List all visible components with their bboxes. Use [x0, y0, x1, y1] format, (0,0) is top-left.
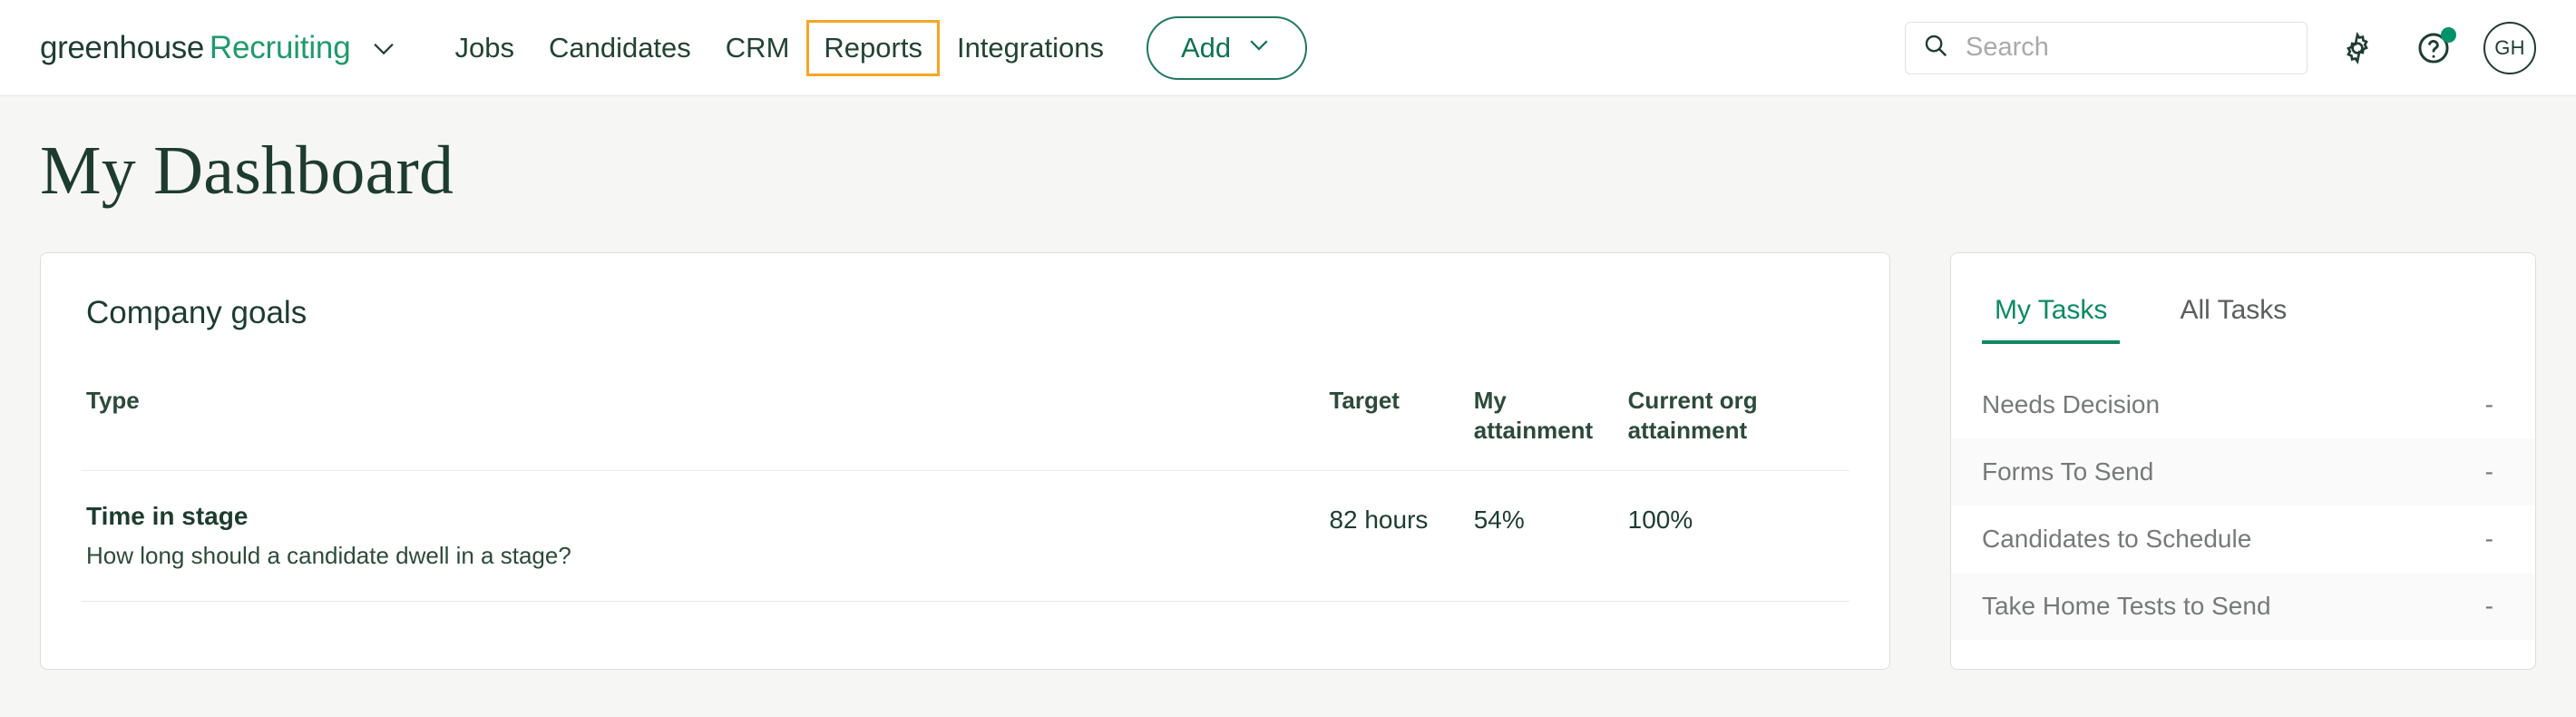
tab-my-tasks[interactable]: My Tasks [1981, 295, 2121, 344]
task-label: Forms To Send [1981, 457, 2154, 486]
goal-description: How long should a candidate dwell in a s… [86, 541, 571, 569]
nav-item-reports[interactable]: Reports [806, 19, 940, 76]
tasks-tabs: My Tasks All Tasks [1951, 253, 2535, 344]
goal-org-attainment-value: 100% [1627, 470, 1849, 602]
task-count: - [2484, 525, 2493, 553]
add-button[interactable]: Add [1146, 15, 1308, 80]
add-button-label: Add [1180, 31, 1232, 64]
list-item[interactable]: Needs Decision - [1951, 371, 2535, 438]
nav-item-crm[interactable]: CRM [708, 20, 807, 76]
nav-item-candidates[interactable]: Candidates [532, 20, 708, 76]
column-header-current-org-attainment[interactable]: Current org attainment [1628, 386, 1849, 470]
search-placeholder-text: Search [1966, 33, 2049, 62]
list-item[interactable]: Forms To Send - [1950, 438, 2535, 506]
tasks-card: My Tasks All Tasks Needs Decision - Form… [1949, 252, 2536, 670]
task-count: - [2484, 592, 2493, 620]
goals-table-body: Time in stage How long should a candidat… [81, 470, 1849, 602]
list-item[interactable]: Take Home Tests to Send - [1950, 573, 2535, 640]
goal-target-value: 82 hours [1329, 470, 1474, 602]
tab-all-tasks[interactable]: All Tasks [2167, 295, 2299, 344]
list-item[interactable]: Candidates to Schedule - [1951, 506, 2535, 573]
column-header-my-attainment[interactable]: My attainment [1474, 386, 1628, 470]
notification-dot [2441, 26, 2456, 43]
greenhouse-logo[interactable]: greenhouse Recruiting [40, 30, 399, 66]
search-icon [1922, 32, 1949, 64]
brand-product-recruiting: Recruiting [209, 29, 351, 65]
company-goals-title: Company goals [86, 295, 307, 330]
user-avatar[interactable]: GH [2483, 21, 2536, 74]
chevron-down-icon[interactable] [368, 33, 399, 64]
header-right-actions: Search GH [1905, 21, 2536, 74]
column-header-target[interactable]: Target [1329, 386, 1473, 470]
task-label: Candidates to Schedule [1981, 525, 2252, 553]
goal-name[interactable]: Time in stage [81, 502, 1329, 531]
main-nav: Jobs Candidates CRM Reports Integrations [437, 0, 1120, 95]
brand-name-greenhouse: greenhouse [40, 29, 204, 65]
nav-item-integrations[interactable]: Integrations [940, 20, 1121, 76]
search-input[interactable]: Search [1905, 21, 2308, 74]
task-label: Take Home Tests to Send [1981, 592, 2271, 620]
task-count: - [2484, 457, 2493, 486]
goal-type-cell: Time in stage How long should a candidat… [81, 470, 1330, 602]
company-goals-card: Company goals Type Target My attainment … [40, 252, 1890, 670]
goals-header-row: Type Target My attainment Current org at… [81, 386, 1849, 471]
dashboard-content: Company goals Type Target My attainment … [0, 205, 2576, 670]
task-count: - [2484, 390, 2493, 418]
gear-icon[interactable] [2331, 22, 2384, 74]
nav-item-jobs[interactable]: Jobs [437, 20, 531, 76]
task-label: Needs Decision [1981, 390, 2161, 418]
goal-my-attainment-value: 54% [1473, 470, 1628, 602]
table-row[interactable]: Time in stage How long should a candidat… [81, 470, 1849, 602]
company-goals-table: Type Target My attainment Current org at… [81, 386, 1849, 602]
goals-table-header: Type Target My attainment Current org at… [81, 386, 1849, 471]
chevron-down-icon [1245, 31, 1273, 65]
column-header-type[interactable]: Type [81, 386, 1329, 470]
help-icon[interactable] [2407, 22, 2460, 74]
top-navigation-bar: greenhouse Recruiting Jobs Candidates CR… [0, 0, 2576, 96]
page-title: My Dashboard [40, 133, 454, 209]
task-list: Needs Decision - Forms To Send - Candida… [1950, 371, 2535, 640]
